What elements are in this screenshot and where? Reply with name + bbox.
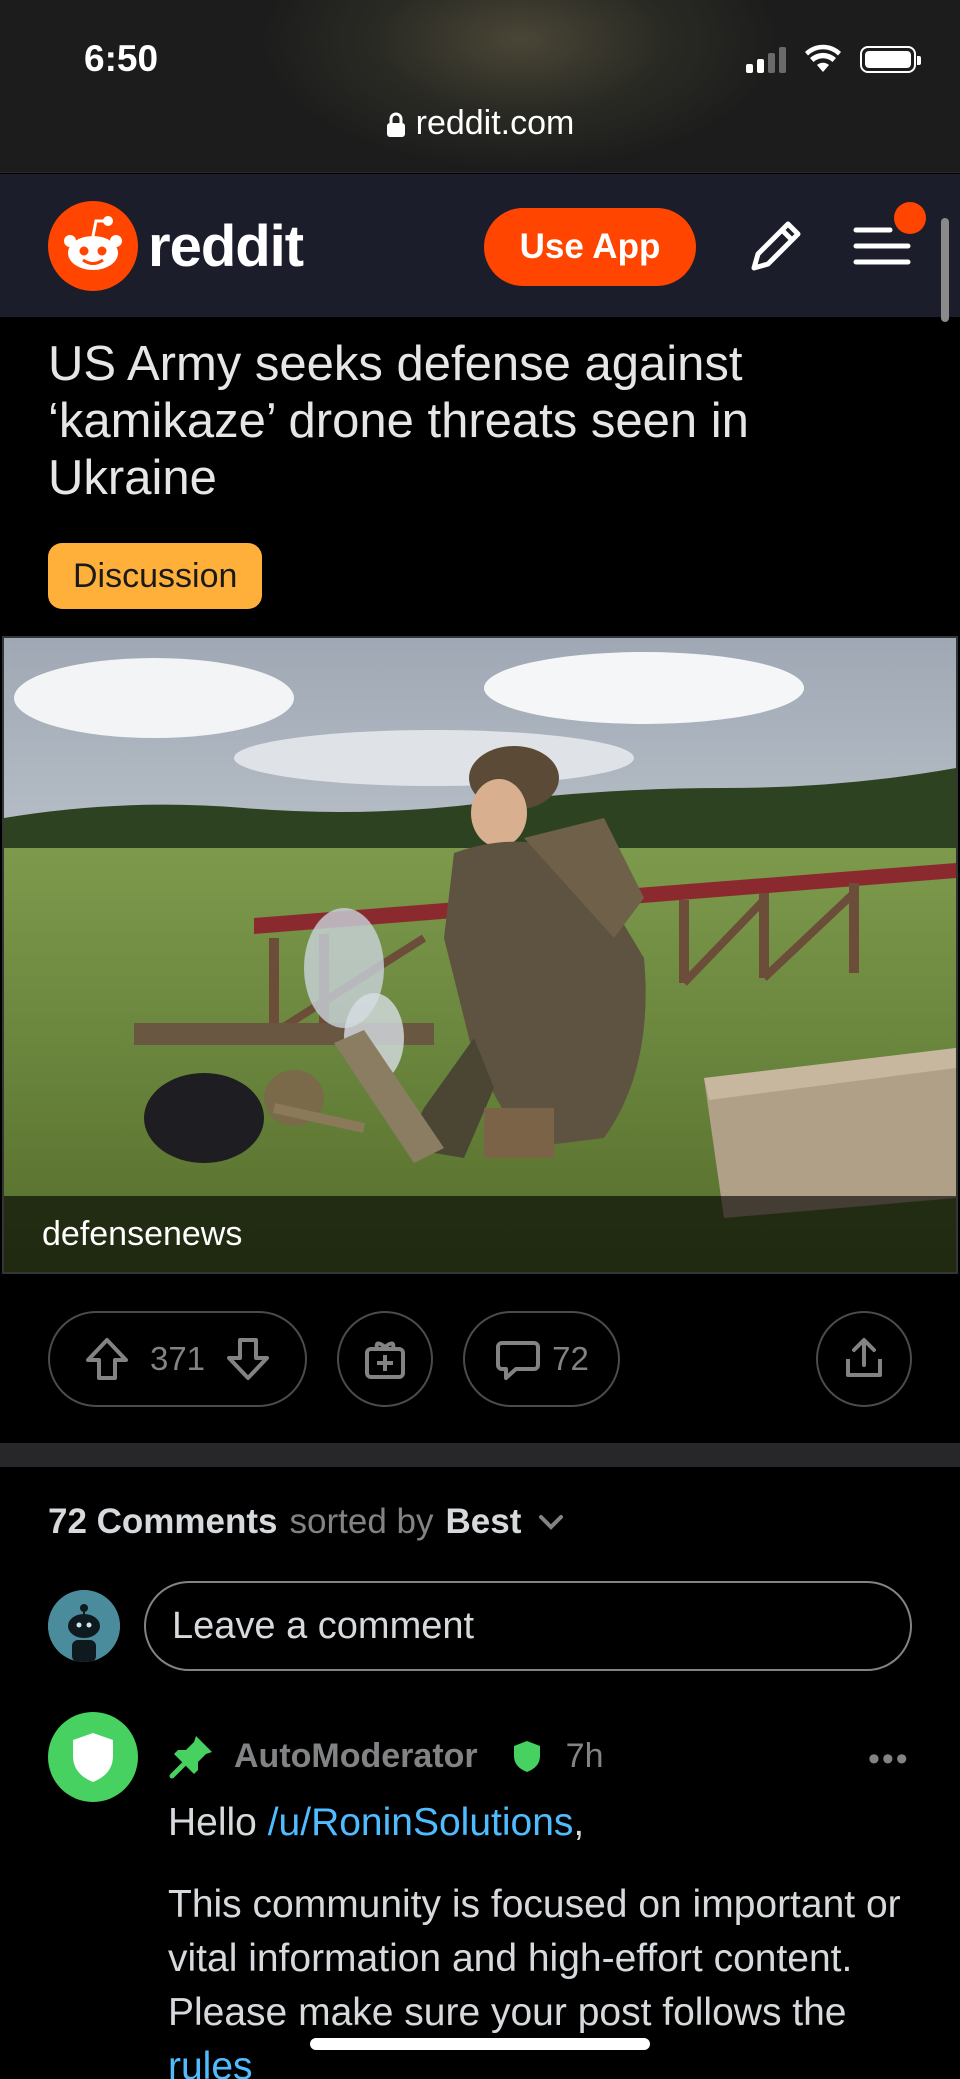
post-actions: 371 72 [0, 1311, 960, 1407]
greeting-prefix: Hello [168, 1801, 268, 1844]
comment-greeting: Hello /u/RoninSolutions, [168, 1796, 928, 1850]
share-button[interactable] [816, 1311, 912, 1407]
post-title[interactable]: US Army seeks defense against ‘kamikaze’… [48, 336, 908, 507]
upvote-icon[interactable] [82, 1334, 132, 1384]
downvote-icon[interactable] [223, 1334, 273, 1384]
vote-count: 371 [149, 1340, 206, 1377]
greeting-suffix: , [573, 1801, 585, 1844]
shield-avatar-icon [73, 1733, 113, 1782]
url-text: reddit.com [415, 104, 575, 142]
home-indicator[interactable] [310, 2038, 650, 2050]
comment-meta: AutoModerator 7h [168, 1732, 603, 1780]
comment-text: This community is focused on important o… [168, 1883, 901, 2034]
reddit-header: reddit Use App [0, 174, 960, 317]
comment-input[interactable] [144, 1581, 912, 1671]
post-image [4, 638, 956, 1272]
signal-icon [746, 45, 786, 73]
post-flair[interactable]: Discussion [48, 543, 263, 609]
browser-chrome: 6:50 reddit.com [0, 0, 960, 173]
comment-author[interactable]: AutoModerator [234, 1737, 478, 1776]
scrollbar[interactable] [941, 218, 949, 322]
vote-control: 371 [48, 1311, 307, 1407]
pencil-icon[interactable] [744, 214, 808, 278]
rules-link[interactable]: rules [168, 2045, 253, 2079]
wifi-icon [805, 44, 841, 72]
sorted-by-label: sorted by [289, 1502, 434, 1541]
snoo-icon [48, 201, 138, 291]
comment-count: 72 [552, 1340, 589, 1377]
username-link[interactable]: /u/RoninSolutions [268, 1801, 574, 1844]
section-divider [0, 1443, 960, 1467]
status-icons [746, 44, 921, 74]
comment-time: 7h [565, 1736, 604, 1775]
sort-dropdown[interactable]: Best [446, 1502, 522, 1542]
brand-wordmark: reddit [148, 213, 304, 279]
reddit-logo[interactable]: reddit [48, 201, 304, 291]
user-avatar[interactable] [48, 1590, 120, 1662]
comments-count-label: 72 Comments [48, 1502, 278, 1541]
url-bar[interactable]: reddit.com [0, 104, 960, 143]
lock-icon [386, 112, 405, 138]
automoderator-avatar[interactable] [48, 1712, 138, 1802]
status-time: 6:50 [84, 38, 159, 79]
notification-dot [894, 202, 926, 234]
award-icon [365, 1341, 405, 1379]
award-button[interactable] [337, 1311, 433, 1407]
comment-icon [496, 1341, 541, 1380]
battery-icon [860, 45, 921, 73]
chevron-down-icon[interactable] [531, 1502, 571, 1542]
share-icon [846, 1338, 882, 1377]
more-icon[interactable]: ••• [868, 1740, 910, 1779]
media-source: defensenews [4, 1196, 956, 1272]
comments-header: 72 Comments sorted by Best [48, 1502, 571, 1542]
mod-shield-icon [513, 1741, 540, 1772]
use-app-button[interactable]: Use App [484, 208, 696, 286]
snoo-avatar-icon [48, 1590, 120, 1662]
post-media[interactable]: defensenews [2, 636, 958, 1274]
pin-icon [169, 1736, 212, 1779]
comments-button[interactable]: 72 [463, 1311, 620, 1407]
comment-body: Hello /u/RoninSolutions, This community … [168, 1796, 928, 2079]
